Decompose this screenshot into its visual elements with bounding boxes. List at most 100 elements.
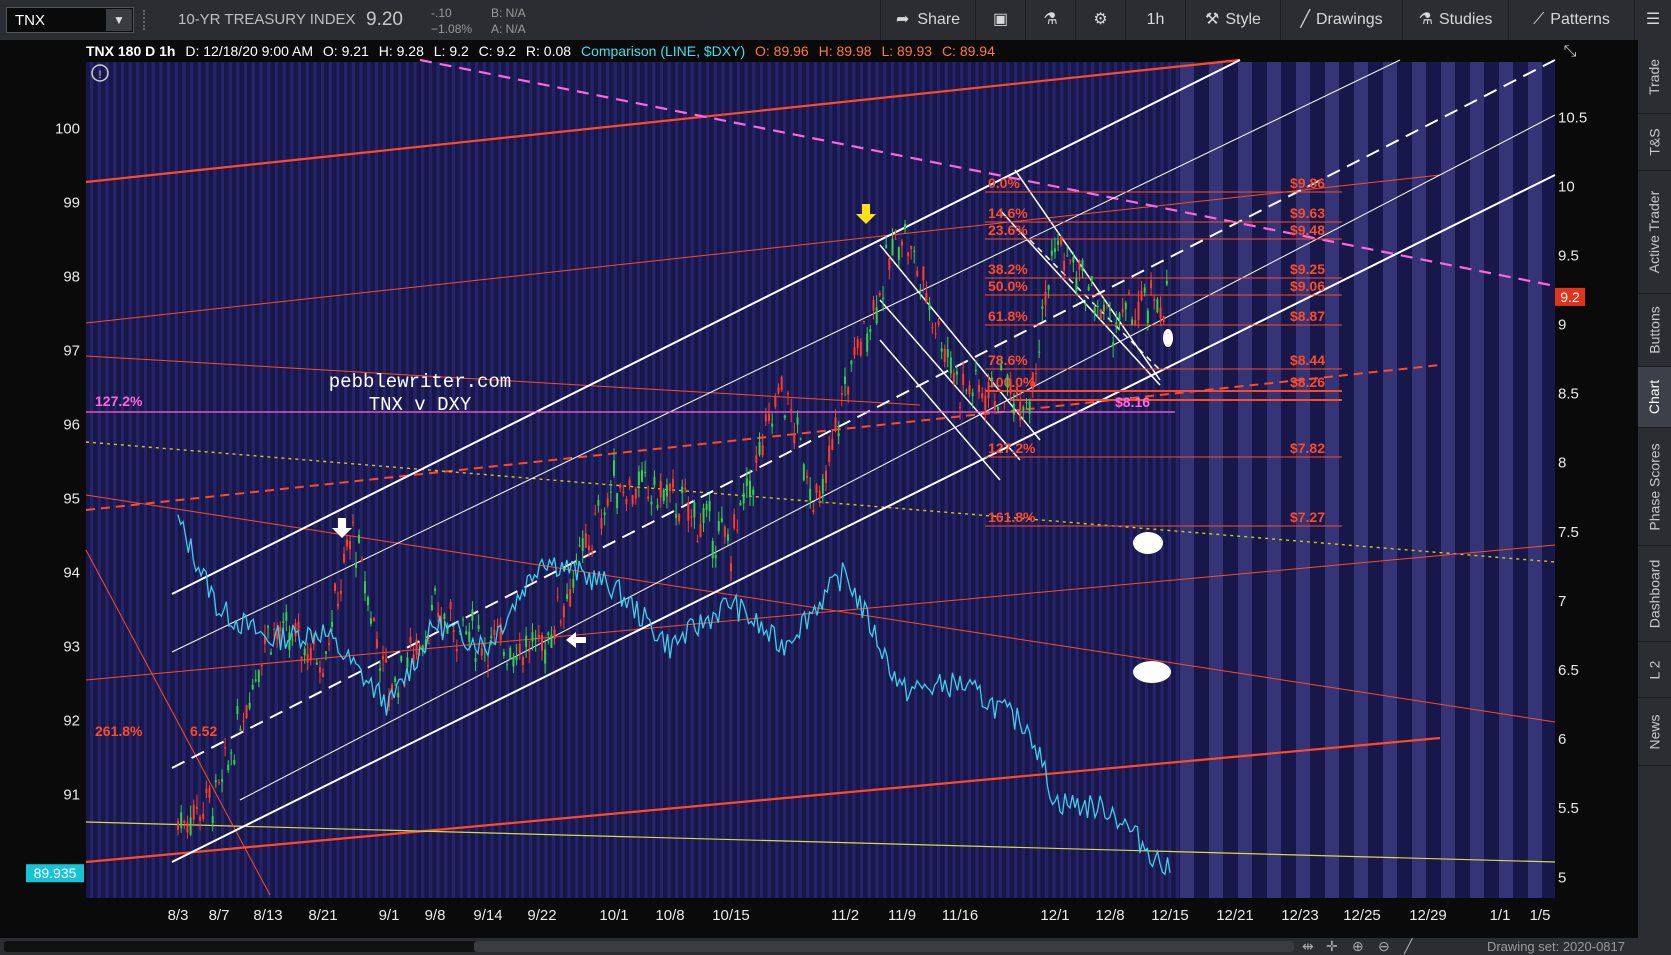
tab-buttons[interactable]: Buttons	[1638, 294, 1671, 367]
tab-news[interactable]: News	[1638, 698, 1671, 766]
zoom-in-icon[interactable]: ⊕	[1352, 938, 1364, 955]
candle-body	[279, 626, 282, 632]
timeframe-button[interactable]: 1h	[1125, 0, 1185, 40]
alert-icon-glyph: !	[98, 69, 101, 81]
session-stripe	[244, 62, 248, 898]
candle-body	[990, 377, 993, 380]
collapse-icon: ⤡	[1564, 43, 1577, 60]
candle-body	[340, 590, 342, 594]
future-stripe	[1238, 62, 1252, 898]
candle-body	[276, 633, 279, 640]
fib-percent: 38.2%	[988, 261, 1028, 277]
session-stripe	[1137, 62, 1141, 898]
symbol-dropdown-icon[interactable]: ▼	[106, 9, 132, 31]
tab-trade[interactable]: Trade	[1638, 40, 1671, 114]
session-stripe	[1083, 62, 1087, 898]
candle-body	[430, 604, 433, 611]
tab-phase-scores[interactable]: Phase Scores	[1638, 428, 1671, 546]
candle-body	[331, 621, 333, 627]
candle-body	[364, 581, 366, 594]
candle-body	[812, 509, 815, 513]
candle-body	[875, 307, 878, 324]
tab-active-trader[interactable]: Active Trader	[1638, 171, 1671, 294]
candle-body	[997, 406, 999, 411]
left-axis-tick: 91	[63, 786, 80, 803]
tab-t-s[interactable]: T&S	[1638, 114, 1671, 171]
session-stripe	[390, 62, 394, 898]
session-stripe	[482, 62, 486, 898]
candle-body	[723, 526, 726, 537]
candle-body	[678, 513, 681, 522]
zoom-out-icon[interactable]: ⊖	[1378, 938, 1390, 955]
session-stripe	[860, 62, 864, 898]
expand-icon[interactable]: ⇹	[1302, 938, 1314, 955]
candle-body	[828, 445, 831, 462]
header-open: O: 9.21	[322, 43, 369, 59]
fib-price: $7.82	[1290, 440, 1325, 456]
studies-button[interactable]: ⚗ Studies	[1402, 0, 1508, 40]
candle-body	[291, 639, 294, 641]
candle-body	[358, 534, 360, 543]
candle-body	[659, 480, 662, 498]
x-axis-tick: 12/23	[1281, 907, 1319, 924]
candle-body	[856, 339, 859, 349]
session-stripe	[713, 62, 717, 898]
candle-body	[780, 376, 783, 390]
candle-body	[1137, 301, 1140, 320]
candle-body	[1159, 307, 1162, 319]
x-axis-tick: 9/8	[425, 907, 446, 924]
session-stripe	[952, 62, 956, 898]
candle-body	[821, 478, 824, 494]
style-button[interactable]: ⚒ Style	[1185, 0, 1280, 40]
candle-body	[603, 512, 606, 516]
x-axis-tick: 12/21	[1216, 907, 1254, 924]
share-button[interactable]: ➦ Share	[880, 0, 975, 40]
candle-body	[714, 555, 717, 559]
left-axis-tick: 94	[63, 564, 80, 581]
drawings-button[interactable]: ╱ Drawings	[1280, 0, 1402, 40]
settings-button[interactable]: ⚙	[1075, 0, 1125, 40]
flask-icon: ⚗	[1043, 11, 1058, 28]
crosshair-icon[interactable]: ✛	[1326, 938, 1338, 955]
snapshot-button[interactable]: ▣	[975, 0, 1025, 40]
menu-button[interactable]: ☰	[1634, 0, 1671, 40]
session-stripe	[729, 62, 733, 898]
horizontal-scrollbar[interactable]	[4, 941, 1294, 952]
patterns-button[interactable]: ⟋ Patterns	[1508, 0, 1634, 40]
candle-body	[943, 348, 946, 362]
candle-body	[1127, 292, 1130, 294]
session-stripe	[498, 62, 502, 898]
session-stripe	[906, 62, 910, 898]
draw-line-icon[interactable]: ╱	[1404, 938, 1412, 955]
candle-body	[910, 245, 913, 250]
candle-body	[468, 631, 471, 642]
candle-body	[487, 665, 489, 667]
session-stripe	[513, 62, 517, 898]
drag-handle-icon[interactable]	[143, 10, 149, 30]
tab-l-2[interactable]: L 2	[1638, 642, 1671, 698]
candle-body	[518, 643, 521, 654]
candle-body	[282, 621, 285, 623]
candle-body	[572, 578, 575, 588]
candle-body	[186, 822, 189, 833]
flask-button[interactable]: ⚗	[1025, 0, 1075, 40]
tab-dashboard[interactable]: Dashboard	[1638, 546, 1671, 642]
candle-body	[267, 625, 269, 628]
chart-canvas[interactable]: 100 99 98 97 96 95 94 93 92 91 10.5 10 9.5 9 8.5 8 7.5 7 6…	[0, 40, 1638, 938]
scrollbar-thumb[interactable]	[474, 941, 1294, 952]
fib-price: $9.25	[1290, 261, 1325, 277]
candle-body	[325, 651, 327, 654]
candle-body	[352, 521, 354, 523]
candle-body	[361, 559, 363, 562]
session-stripe	[844, 62, 848, 898]
candle-body	[733, 514, 736, 529]
tab-chart[interactable]: Chart	[1638, 367, 1671, 428]
candle-body	[406, 657, 409, 668]
candle-body	[745, 478, 748, 486]
candle-body	[1031, 372, 1034, 390]
session-stripe	[228, 62, 232, 898]
candle-body	[787, 393, 789, 395]
candle-body	[1035, 372, 1037, 374]
candle-body	[322, 673, 324, 677]
candle-body	[1025, 401, 1028, 403]
